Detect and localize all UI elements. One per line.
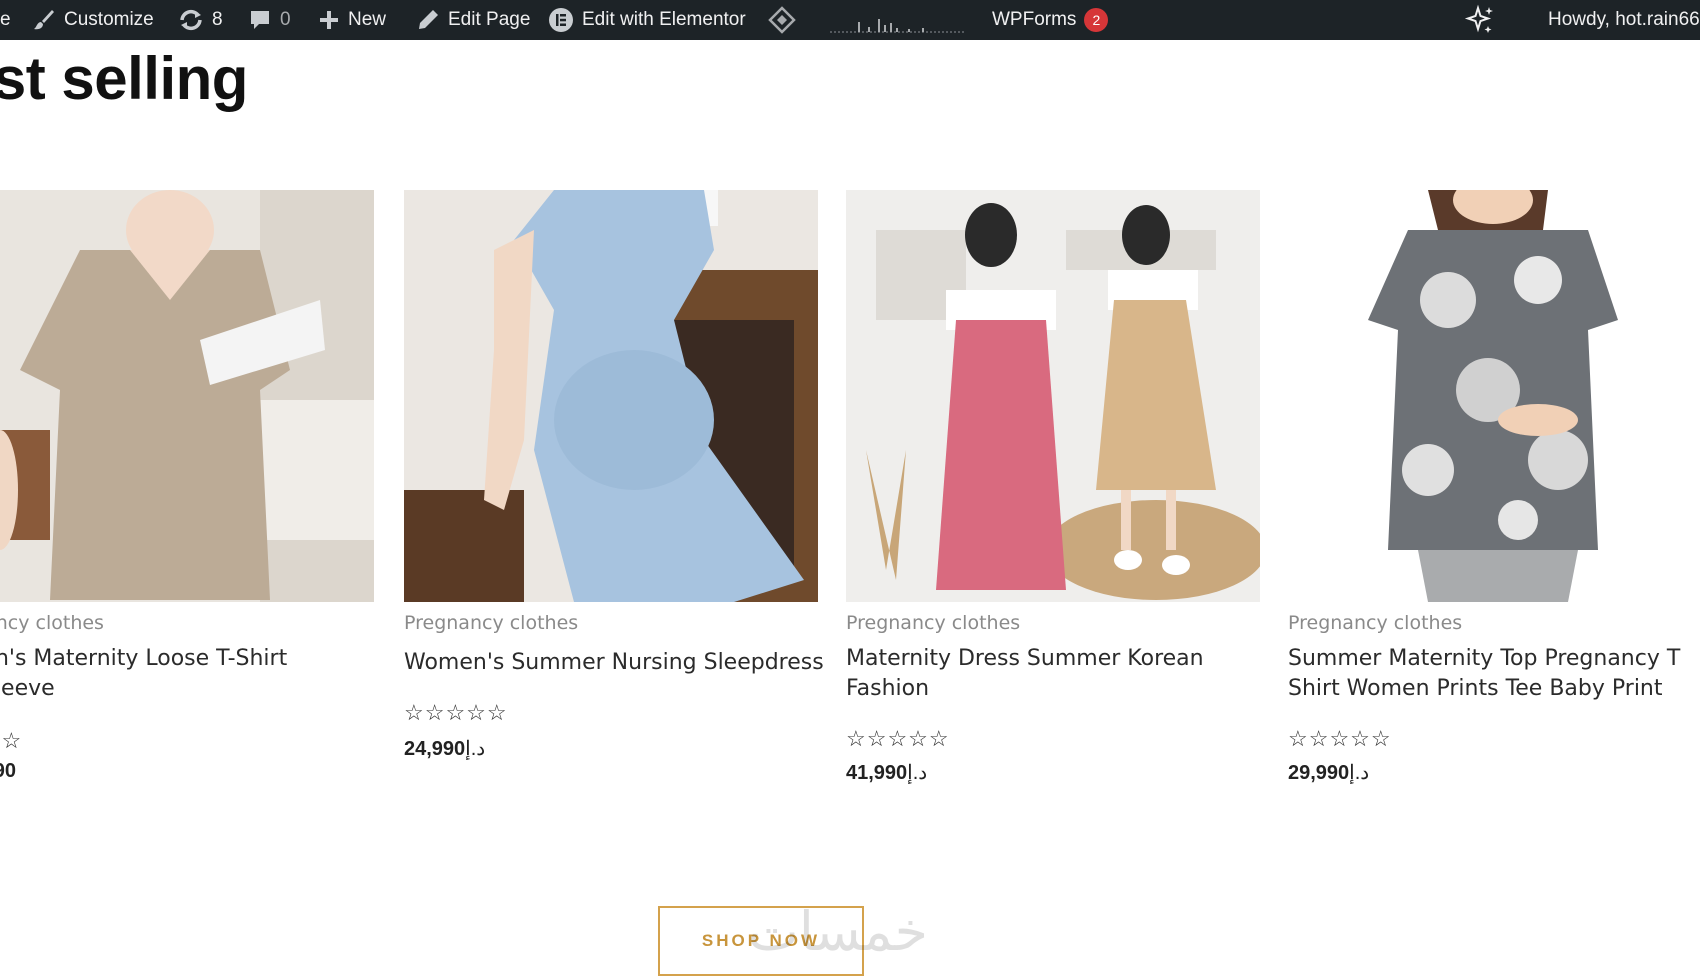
- product-title-line1: men's Maternity Loose T-Shirt: [0, 646, 288, 671]
- product-card[interactable]: Pregnancy clothes Maternity Dress Summer…: [846, 190, 1260, 790]
- shop-now-button[interactable]: SHOP NOW: [658, 906, 864, 976]
- elementor-icon: [549, 8, 573, 32]
- product-price: د.إ29,990: [1288, 760, 1375, 785]
- paintbrush-icon: [34, 10, 54, 30]
- admin-bar: e Customize 8 0 New Edit Page Edit with …: [0, 0, 1700, 40]
- product-category[interactable]: Pregnancy clothes: [404, 612, 578, 634]
- wpforms-menu[interactable]: WPForms 2: [992, 0, 1109, 40]
- product-title-line1: Women's Summer Nursing Sleepdress: [404, 650, 824, 675]
- product-image[interactable]: [404, 190, 818, 602]
- product-price: د.إ41,990: [846, 760, 933, 785]
- currency-symbol: د.إ: [1349, 762, 1370, 784]
- star-rating: ☆☆☆☆☆: [846, 726, 950, 751]
- product-title-line2: g Sleeve: [0, 676, 55, 701]
- star-rating: ☆☆☆☆☆: [404, 700, 508, 725]
- product-image[interactable]: [846, 190, 1260, 602]
- customize-label: Customize: [64, 9, 154, 30]
- product-title[interactable]: men's Maternity Loose T-Shirt g Sleeve: [0, 644, 390, 704]
- updates-button[interactable]: 8: [178, 0, 223, 40]
- howdy-greeting: Howdy, hot.rain66: [1548, 9, 1700, 30]
- updates-count: 8: [212, 9, 223, 30]
- section-title: est selling: [0, 45, 248, 112]
- currency-symbol: د.إ: [465, 738, 486, 760]
- product-photo-nursing-sleepdress: [404, 190, 818, 602]
- product-category[interactable]: Pregnancy clothes: [1288, 612, 1462, 634]
- ai-sparkle-button[interactable]: [1464, 0, 1496, 40]
- new-content-button[interactable]: New: [318, 0, 386, 40]
- product-card[interactable]: gnancy clothes men's Maternity Loose T-S…: [0, 190, 374, 790]
- comments-button[interactable]: 0: [248, 0, 291, 40]
- product-title-line1: Maternity Dress Summer Korean: [846, 646, 1204, 671]
- my-account-menu[interactable]: Howdy, hot.rain66: [1548, 0, 1700, 40]
- product-photo-loose-tshirt: [0, 190, 374, 602]
- edit-page-button[interactable]: Edit Page: [416, 0, 530, 40]
- product-price: د.إ24,990: [404, 736, 491, 761]
- product-card[interactable]: Pregnancy clothes Summer Maternity Top P…: [1288, 190, 1700, 790]
- product-title-line1: Summer Maternity Top Pregnancy T: [1288, 646, 1681, 671]
- wpforms-notification-badge: 2: [1084, 8, 1109, 32]
- price-value: 41,990: [846, 762, 908, 784]
- edit-page-label: Edit Page: [448, 9, 531, 30]
- currency-symbol: د.إ: [907, 762, 928, 784]
- price-value: 29,990: [1288, 762, 1350, 784]
- product-title-line2: Fashion: [846, 676, 930, 701]
- product-title[interactable]: Women's Summer Nursing Sleepdress: [404, 648, 834, 678]
- edit-with-elementor-label: Edit with Elementor: [582, 9, 746, 30]
- sparkle-icon: [1464, 4, 1493, 33]
- comments-count: 0: [280, 9, 291, 30]
- diamond-icon: [768, 6, 796, 34]
- admin-bar-cutoff-item[interactable]: e: [0, 0, 11, 40]
- product-image[interactable]: [0, 190, 374, 602]
- star-rating: ☆☆☆: [0, 728, 23, 753]
- product-image[interactable]: [1288, 190, 1700, 602]
- plus-icon: [320, 11, 338, 29]
- product-title[interactable]: Summer Maternity Top Pregnancy T Shirt W…: [1288, 644, 1700, 704]
- diamond-plugin-button[interactable]: [768, 0, 796, 40]
- comment-bubble-icon: [251, 11, 269, 29]
- product-price: 5,990: [0, 760, 16, 783]
- refresh-icon: [180, 9, 202, 31]
- product-photo-maternity-dress: [846, 190, 1260, 602]
- price-value: 24,990: [404, 738, 466, 760]
- product-title[interactable]: Maternity Dress Summer Korean Fashion: [846, 644, 1276, 704]
- product-card[interactable]: Pregnancy clothes Women's Summer Nursing…: [404, 190, 824, 790]
- product-category[interactable]: gnancy clothes: [0, 612, 104, 634]
- stats-sparkline-icon[interactable]: [830, 10, 966, 34]
- admin-bar-cutoff-label: e: [0, 9, 11, 30]
- new-label: New: [348, 9, 387, 30]
- price-value: 5,990: [0, 760, 17, 782]
- star-rating: ☆☆☆☆☆: [1288, 726, 1392, 751]
- product-category[interactable]: Pregnancy clothes: [846, 612, 1020, 634]
- customize-button[interactable]: Customize: [32, 0, 154, 40]
- product-photo-floral-top: [1288, 190, 1700, 602]
- pencil-icon: [419, 10, 438, 29]
- edit-with-elementor-button[interactable]: Edit with Elementor: [548, 0, 746, 40]
- wpforms-label: WPForms: [992, 9, 1077, 30]
- product-title-line2: Shirt Women Prints Tee Baby Print: [1288, 676, 1663, 701]
